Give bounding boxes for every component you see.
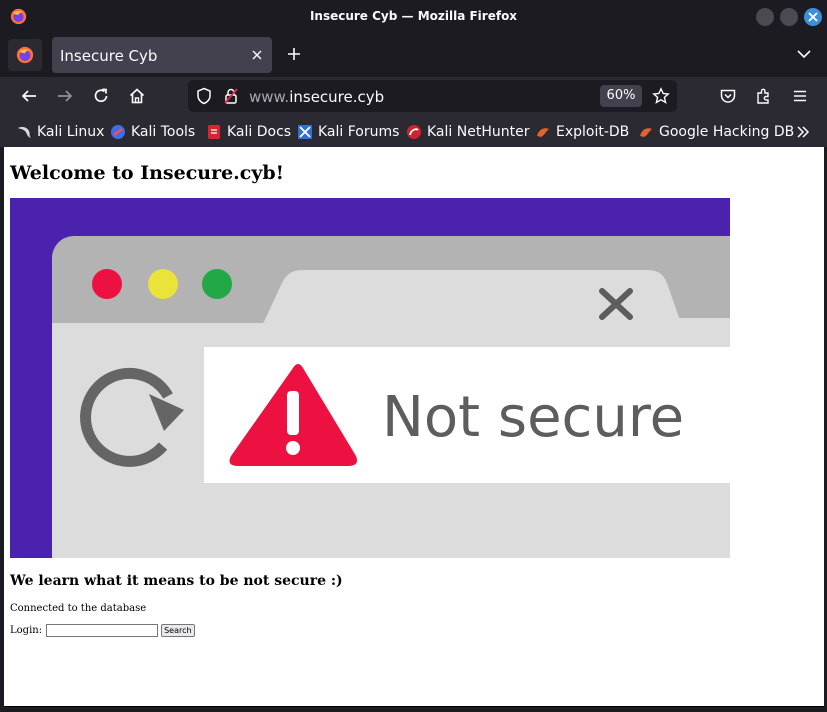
kali-tools-icon [111,125,125,139]
extensions-puzzle-icon[interactable] [755,87,773,105]
window-titlebar: Insecure Cyb — Mozilla Firefox [0,0,827,33]
tab-strip: Insecure Cyb [0,33,827,77]
bookmark-label: Kali Docs [227,124,292,140]
red-dot-icon [92,269,122,299]
firefox-view-button[interactable] [8,39,42,71]
page-subheading: We learn what it means to be not secure … [10,573,343,589]
search-button[interactable]: Search [161,624,195,637]
url-domain: insecure.cyb [289,88,385,106]
page-viewport: Welcome to Insecure.cyb! Not secure We l… [4,147,824,707]
bookmark-kali-forums[interactable]: Kali Forums [297,122,399,142]
kali-dragon-icon [18,127,31,138]
bookmark-label: Kali Forums [318,124,400,140]
db-status-text: Connected to the database [10,603,147,614]
login-label: Login: [10,625,43,636]
hamburger-menu-icon[interactable] [791,87,809,105]
insecure-lock-icon[interactable] [222,87,240,105]
login-form: Login: Search [10,624,195,637]
close-window-button[interactable] [804,8,822,26]
login-input[interactable] [46,624,159,637]
page-heading: Welcome to Insecure.cyb! [10,162,285,184]
bookmark-kali-tools[interactable]: Kali Tools [110,122,195,142]
nav-toolbar: www.insecure.cyb 60% [0,77,827,116]
tab-insecure-cyb[interactable]: Insecure Cyb [52,37,272,73]
close-icon [808,12,818,22]
bookmark-exploit-db[interactable]: Exploit-DB [535,122,629,142]
bookmark-label: Kali Linux [37,124,105,140]
bookmark-kali-docs[interactable]: Kali Docs [206,122,291,142]
nethunter-icon [407,125,421,139]
minimize-button[interactable] [756,8,774,26]
bookmark-label: Kali Tools [131,124,196,140]
bookmark-label: Google Hacking DB [659,124,795,140]
ghdb-icon [640,128,652,137]
close-tab-icon[interactable] [250,48,264,62]
yellow-dot-icon [148,269,178,299]
bookmark-label: Kali NetHunter [427,124,530,140]
chevron-double-right-icon[interactable] [796,125,810,139]
reload-icon[interactable] [92,87,110,105]
kali-forums-icon [298,125,312,139]
forward-arrow-icon[interactable] [56,87,74,105]
chevron-down-icon[interactable] [796,47,812,61]
url-prefix: www. [249,88,290,106]
bookmarks-toolbar: Kali Linux Kali Tools Kali Docs Kali For… [0,116,827,147]
hero-not-secure-text: Not secure [382,385,684,450]
bookmark-label: Exploit-DB [556,124,630,140]
zoom-indicator[interactable]: 60% [600,85,642,107]
exploit-db-icon [537,128,549,137]
url-text[interactable]: www.insecure.cyb [249,88,384,106]
firefox-icon [16,46,34,64]
window-title: Insecure Cyb — Mozilla Firefox [309,9,518,23]
maximize-button[interactable] [780,8,798,26]
bookmark-kali-nethunter[interactable]: Kali NetHunter [406,122,529,142]
bookmark-google-hacking-db[interactable]: Google Hacking DB [638,122,794,142]
bookmark-kali-linux[interactable]: Kali Linux [16,122,104,142]
back-arrow-icon[interactable] [20,87,38,105]
green-dot-icon [202,269,232,299]
tab-title: Insecure Cyb [60,47,158,65]
new-tab-icon[interactable] [286,46,302,62]
pocket-icon[interactable] [719,87,737,105]
kali-docs-icon [208,125,220,139]
not-secure-banner-image: Not secure [10,198,730,558]
bookmark-star-icon[interactable] [652,87,670,105]
tracking-protection-shield-icon[interactable] [195,87,213,105]
address-bar[interactable]: www.insecure.cyb 60% [188,80,677,112]
home-icon[interactable] [128,87,146,105]
